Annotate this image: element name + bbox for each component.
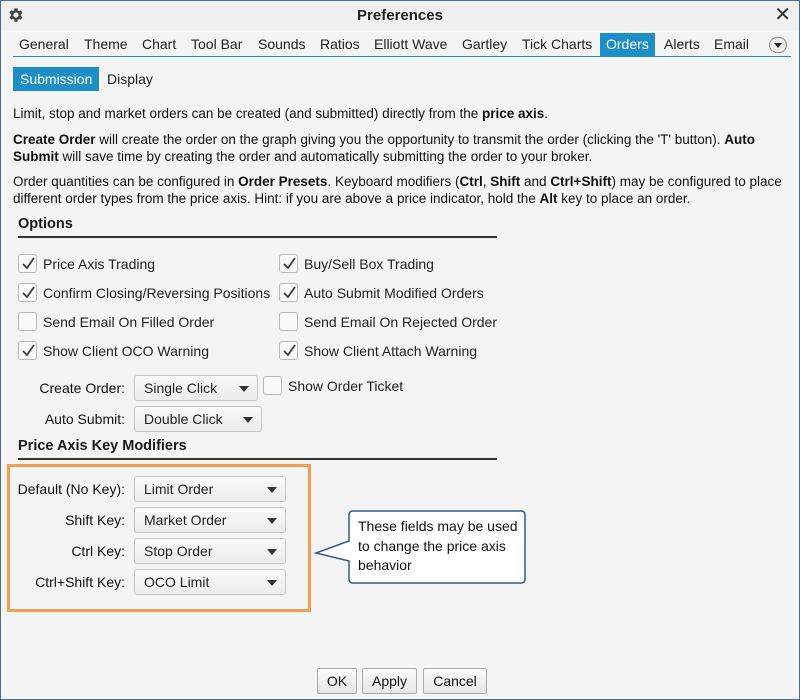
cancel-button[interactable]: Cancel xyxy=(423,668,487,694)
intro-text: . Keyboard modifiers ( xyxy=(327,174,460,189)
create-order-select[interactable]: Single Click xyxy=(134,375,258,401)
ok-button[interactable]: OK xyxy=(317,668,357,694)
intro-bold: price axis xyxy=(481,106,545,121)
tab-gartley[interactable]: Gartley xyxy=(456,33,513,56)
close-icon[interactable]: ✕ xyxy=(774,4,791,26)
chevron-down-icon xyxy=(267,487,277,493)
modifier-value: OCO Limit xyxy=(144,574,210,590)
intro-bold: Alt xyxy=(539,191,558,206)
modifier-value: Stop Order xyxy=(144,543,213,559)
key-modifiers-heading: Price Axis Key Modifiers xyxy=(18,438,497,460)
checkbox-label: Send Email On Rejected Order xyxy=(304,314,497,330)
auto-submit-value: Double Click xyxy=(144,411,223,427)
auto-submit-select[interactable]: Double Click xyxy=(134,406,262,432)
checkmark-icon xyxy=(22,344,35,357)
subtab-submission[interactable]: Submission xyxy=(13,67,100,91)
window-title: Preferences xyxy=(357,7,443,24)
checkbox-label: Send Email On Filled Order xyxy=(43,314,215,330)
intro-paragraph-3: Order quantities can be configured in Or… xyxy=(13,173,789,207)
create-order-label: Create Order: xyxy=(39,380,125,396)
tab-ratios[interactable]: Ratios xyxy=(314,33,366,56)
checkbox-box[interactable] xyxy=(18,283,37,302)
checkbox-box[interactable] xyxy=(18,254,37,273)
checkbox-box[interactable] xyxy=(279,254,298,273)
checkbox-label: Show Client Attach Warning xyxy=(304,343,478,359)
options-heading: Options xyxy=(18,216,497,238)
intro-text: Order quantities can be configured in xyxy=(13,174,239,189)
callout-text: These fields may be used to change the p… xyxy=(358,518,518,573)
tab-chart[interactable]: Chart xyxy=(136,33,182,56)
chevron-down-icon xyxy=(243,417,253,423)
tab-tool-bar[interactable]: Tool Bar xyxy=(185,33,248,56)
tab-elliott-wave[interactable]: Elliott Wave xyxy=(368,33,453,56)
tab-sounds[interactable]: Sounds xyxy=(252,33,311,56)
checkbox-box[interactable] xyxy=(279,341,298,360)
checkbox-label: Show Order Ticket xyxy=(288,378,404,394)
tab-tick-charts[interactable]: Tick Charts xyxy=(516,33,598,56)
intro-text: will create the order on the graph givin… xyxy=(95,132,725,147)
intro-text: . xyxy=(544,106,549,121)
modifier-select-ctrl[interactable]: Stop Order xyxy=(134,538,286,564)
intro-paragraph-1: Limit, stop and market orders can be cre… xyxy=(13,105,789,122)
modifier-label-default: Default (No Key): xyxy=(17,481,125,497)
intro-bold: Create Order xyxy=(13,132,96,147)
chevron-down-icon xyxy=(267,549,277,555)
modifier-label-shift: Shift Key: xyxy=(65,512,125,528)
checkmark-icon xyxy=(22,257,35,270)
tab-orders[interactable]: Orders xyxy=(600,33,655,56)
intro-bold: Ctrl+Shift xyxy=(550,174,612,189)
preferences-window: Preferences ✕ General Theme Chart Tool B… xyxy=(0,0,800,700)
intro-paragraph-2: Create Order will create the order on th… xyxy=(13,131,789,165)
checkbox-label: Buy/Sell Box Trading xyxy=(304,256,434,272)
intro-text: Limit, stop and market orders can be cre… xyxy=(13,106,482,121)
checkbox-label: Confirm Closing/Reversing Positions xyxy=(43,285,271,301)
tab-theme[interactable]: Theme xyxy=(78,33,134,56)
tab-alerts[interactable]: Alerts xyxy=(658,33,706,56)
apply-button[interactable]: Apply xyxy=(362,668,417,694)
intro-bold: Ctrl xyxy=(459,174,483,189)
tab-overflow-menu-icon[interactable] xyxy=(769,37,787,53)
checkmark-icon xyxy=(283,344,296,357)
checkmark-icon xyxy=(283,257,296,270)
modifier-select-default[interactable]: Limit Order xyxy=(134,476,286,502)
preferences-tab-bar: General Theme Chart Tool Bar Sounds Rati… xyxy=(13,33,791,57)
create-order-value: Single Click xyxy=(144,380,218,396)
tab-general[interactable]: General xyxy=(13,33,75,56)
chevron-down-icon xyxy=(267,580,277,586)
checkmark-icon xyxy=(283,286,296,299)
checkbox-label: Price Axis Trading xyxy=(43,256,156,272)
checkbox-box[interactable] xyxy=(279,283,298,302)
intro-text: and xyxy=(520,174,551,189)
intro-text: will save time by creating the order and… xyxy=(58,149,593,164)
callout-balloon: These fields may be used to change the p… xyxy=(313,509,527,585)
checkbox-box[interactable] xyxy=(263,376,282,395)
checkbox-box[interactable] xyxy=(18,341,37,360)
modifier-select-shift[interactable]: Market Order xyxy=(134,507,286,533)
orders-subtab-bar: Submission Display xyxy=(13,67,513,91)
checkmark-icon xyxy=(22,286,35,299)
modifier-value: Limit Order xyxy=(144,481,214,497)
chevron-down-icon xyxy=(239,386,249,392)
modifier-label-ctrl: Ctrl Key: xyxy=(71,543,125,559)
modifier-value: Market Order xyxy=(144,512,227,528)
modifier-select-ctrl-shift[interactable]: OCO Limit xyxy=(134,569,286,595)
checkbox-label: Auto Submit Modified Orders xyxy=(304,285,484,301)
modifier-label-ctrl-shift: Ctrl+Shift Key: xyxy=(35,574,125,590)
checkbox-box[interactable] xyxy=(279,312,298,331)
auto-submit-label: Auto Submit: xyxy=(44,411,125,427)
chevron-down-icon xyxy=(267,518,277,524)
intro-bold: Shift xyxy=(490,174,521,189)
intro-text: key to place an order. xyxy=(557,191,691,206)
tab-email[interactable]: Email xyxy=(708,33,755,56)
checkbox-label: Show Client OCO Warning xyxy=(43,343,209,359)
title-bar: Preferences ✕ xyxy=(1,1,799,31)
subtab-display[interactable]: Display xyxy=(100,67,160,91)
intro-bold: Order Presets xyxy=(238,174,328,189)
checkbox-box[interactable] xyxy=(18,312,37,331)
